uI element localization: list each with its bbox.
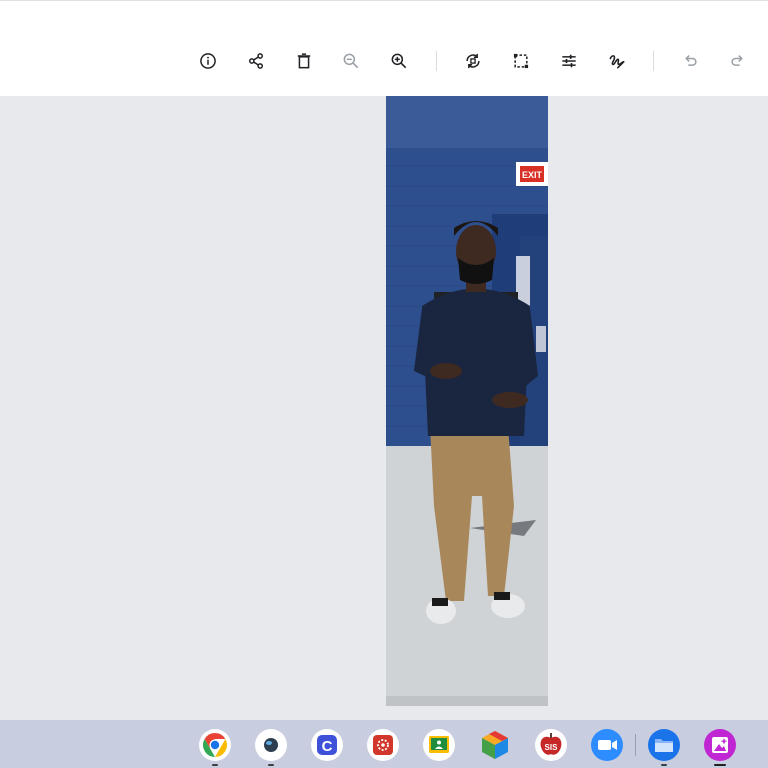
info-button[interactable] <box>192 45 224 77</box>
info-icon <box>200 53 216 69</box>
sis-app-label: SIS <box>545 743 559 752</box>
chrome-app[interactable] <box>198 728 232 762</box>
exit-sign-text: EXIT <box>522 170 543 180</box>
os-shelf: C SIS <box>0 720 768 768</box>
color-cube-icon <box>482 731 508 759</box>
folder-icon <box>648 729 680 761</box>
classroom-app[interactable] <box>422 728 456 762</box>
red-gear-icon <box>367 729 399 761</box>
crop-button[interactable] <box>505 45 537 77</box>
undo-button[interactable] <box>674 45 706 77</box>
gallery-active-indicator <box>714 764 726 766</box>
sliders-icon <box>562 54 576 68</box>
zoom-in-button[interactable] <box>383 45 415 77</box>
toolbar-divider <box>436 51 437 71</box>
zoom-camera-icon <box>591 729 623 761</box>
trash-icon <box>297 53 311 69</box>
chrome-icon <box>199 729 231 761</box>
crop-icon <box>513 53 529 69</box>
sis-app[interactable]: SIS <box>534 728 568 762</box>
image-canvas: EXIT <box>0 96 768 720</box>
files-app[interactable] <box>647 728 681 762</box>
dark-globe-icon <box>255 729 287 761</box>
adjust-button[interactable] <box>553 45 585 77</box>
classroom-icon <box>423 729 455 761</box>
toolbar-divider <box>653 51 654 71</box>
app-c[interactable]: C <box>310 728 344 762</box>
photo-student-hallway: EXIT <box>386 96 548 706</box>
share-icon <box>249 53 263 69</box>
zoom-out-button[interactable] <box>335 45 367 77</box>
sis-apple-icon: SIS <box>535 729 567 761</box>
gallery-icon <box>704 729 736 761</box>
app-red-gear[interactable] <box>366 728 400 762</box>
c-letter-icon: C <box>311 729 343 761</box>
photo[interactable]: EXIT <box>386 96 548 706</box>
app-cube[interactable] <box>478 728 512 762</box>
markup-button[interactable] <box>601 45 633 77</box>
chrome-running-indicator <box>212 764 218 766</box>
undo-icon <box>685 55 697 66</box>
zoom-in-icon <box>391 53 407 69</box>
squiggle-pen-icon <box>609 55 625 69</box>
gallery-app[interactable] <box>703 728 737 762</box>
shelf-divider <box>635 734 636 756</box>
delete-button[interactable] <box>288 45 320 77</box>
redo-button[interactable] <box>722 45 754 77</box>
image-viewer-toolbar <box>0 0 768 96</box>
dark-app-running-indicator <box>268 764 274 766</box>
redo-icon <box>731 55 743 66</box>
share-button[interactable] <box>240 45 272 77</box>
zoom-out-icon <box>343 53 359 69</box>
rotate-icon <box>466 53 480 69</box>
app-dark-circle[interactable] <box>254 728 288 762</box>
files-running-indicator <box>661 764 667 766</box>
zoom-app[interactable] <box>590 728 624 762</box>
c-app-letter: C <box>322 738 333 755</box>
rotate-button[interactable] <box>457 45 489 77</box>
